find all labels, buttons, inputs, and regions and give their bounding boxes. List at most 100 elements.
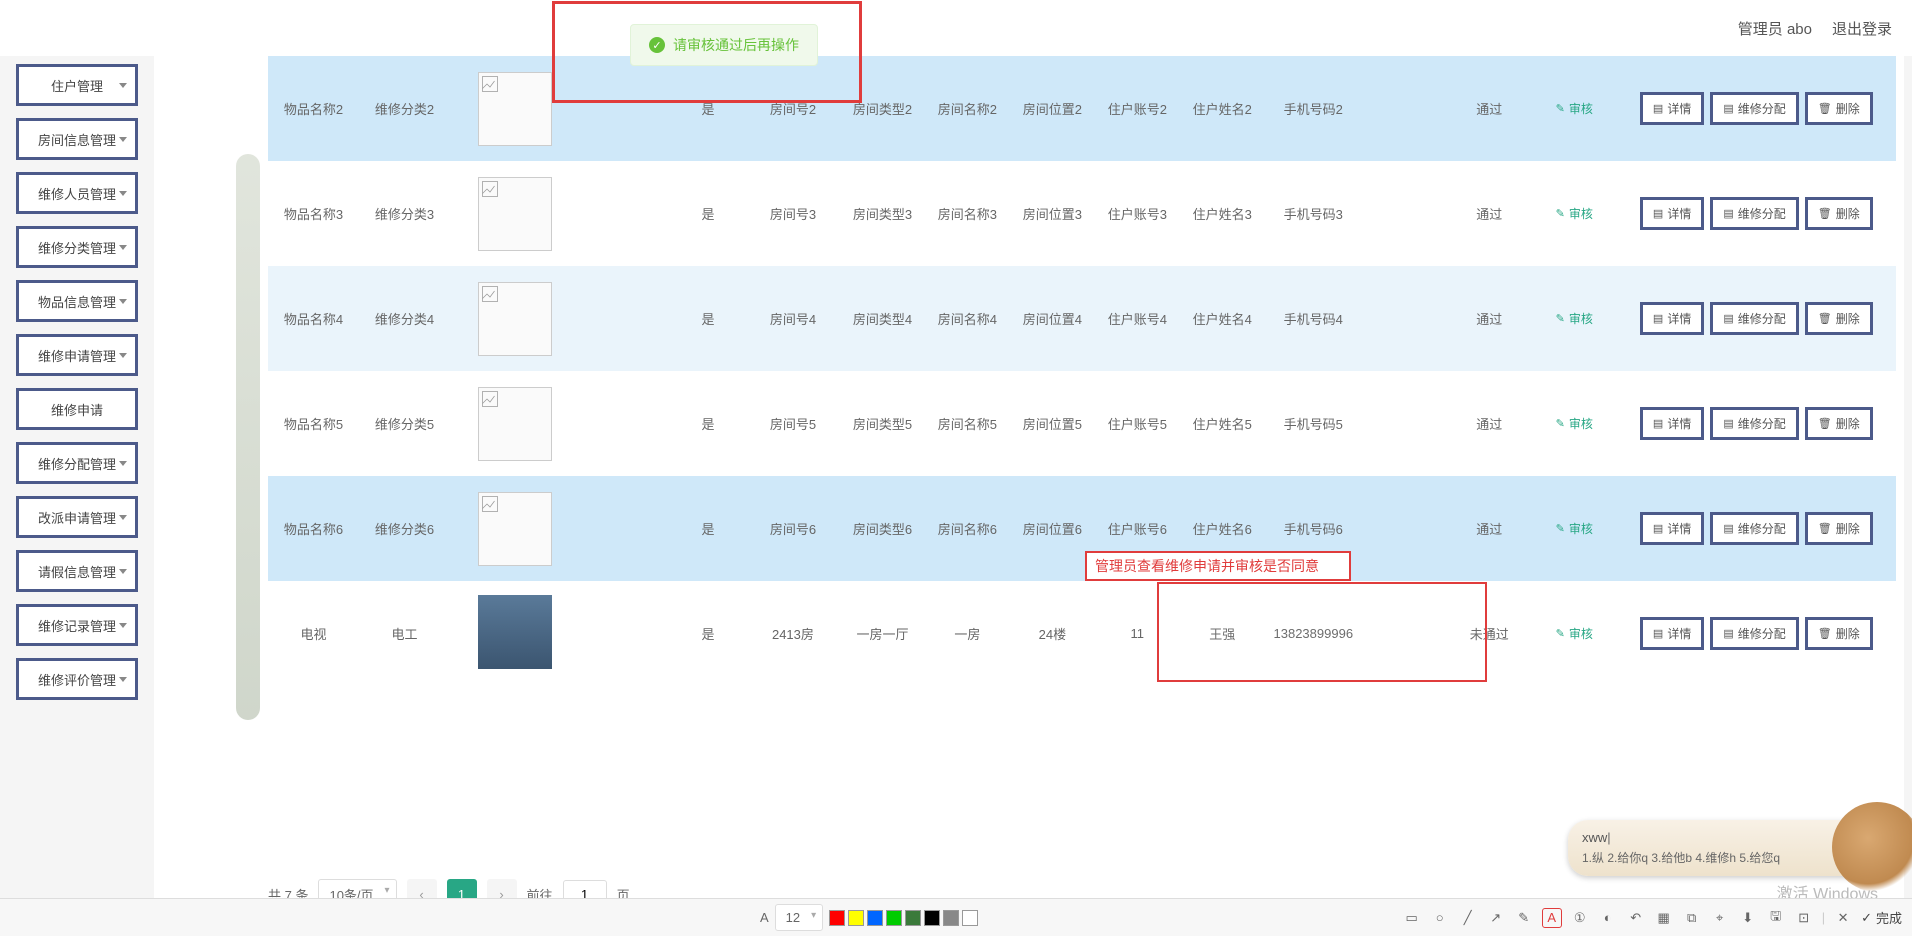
cell-category: 维修分类5 [359, 371, 450, 476]
sidebar-item-4[interactable]: 物品信息管理 [16, 280, 138, 322]
cell-room: 房间号4 [746, 266, 840, 371]
trash-icon: 🗑 [1818, 522, 1832, 535]
cell-yes: 是 [670, 161, 746, 266]
sidebar-item-0[interactable]: 住户管理 [16, 64, 138, 106]
detail-button[interactable]: ▤详情 [1640, 302, 1704, 335]
pin-icon[interactable]: ⊡ [1794, 908, 1814, 928]
font-size-select[interactable]: 12 [775, 904, 823, 931]
sidebar-item-6[interactable]: 维修申请 [16, 388, 138, 430]
review-link[interactable]: 审核 [1556, 310, 1593, 327]
cell-name: 物品名称4 [268, 266, 359, 371]
color-swatch[interactable] [962, 910, 978, 926]
sidebar-item-9[interactable]: 请假信息管理 [16, 550, 138, 592]
assign-button[interactable]: ▤维修分配 [1710, 407, 1798, 440]
assign-button[interactable]: ▤维修分配 [1710, 302, 1798, 335]
detail-button[interactable]: ▤详情 [1640, 407, 1704, 440]
delete-button[interactable]: 🗑删除 [1805, 92, 1873, 125]
line-tool-icon[interactable]: ╱ [1458, 908, 1478, 928]
review-link[interactable]: 审核 [1556, 205, 1593, 222]
assign-button[interactable]: ▤维修分配 [1710, 617, 1798, 650]
rect-tool-icon[interactable]: ▭ [1402, 908, 1422, 928]
cell-name: 物品名称5 [268, 371, 359, 476]
assign-button[interactable]: ▤维修分配 [1710, 512, 1798, 545]
color-swatch[interactable] [848, 910, 864, 926]
circle-tool-icon[interactable]: ○ [1430, 908, 1450, 928]
cell-review: 审核 [1532, 476, 1617, 581]
delete-button[interactable]: 🗑删除 [1805, 512, 1873, 545]
table-row[interactable]: 物品名称6维修分类6是房间号6房间类型6房间名称6房间位置6住户账号6住户姓名6… [268, 476, 1896, 581]
document-icon: ▤ [1653, 627, 1663, 640]
color-swatch[interactable] [943, 910, 959, 926]
cell-acct: 住户账号5 [1095, 371, 1180, 476]
delete-button[interactable]: 🗑删除 [1805, 617, 1873, 650]
sidebar-item-10[interactable]: 维修记录管理 [16, 604, 138, 646]
detail-button[interactable]: ▤详情 [1640, 92, 1704, 125]
cell-actions: ▤详情▤维修分配🗑删除 [1617, 581, 1896, 686]
sidebar-item-5[interactable]: 维修申请管理 [16, 334, 138, 376]
table-row[interactable]: 物品名称5维修分类5是房间号5房间类型5房间名称5房间位置5住户账号5住户姓名5… [268, 371, 1896, 476]
trash-icon: 🗑 [1818, 102, 1832, 115]
delete-button[interactable]: 🗑删除 [1805, 407, 1873, 440]
color-swatch[interactable] [867, 910, 883, 926]
crop-icon[interactable]: ⧉ [1682, 908, 1702, 928]
detail-button[interactable]: ▤详情 [1640, 197, 1704, 230]
text-tool-icon[interactable]: A [1542, 908, 1562, 928]
detail-button[interactable]: ▤详情 [1640, 512, 1704, 545]
undo-icon[interactable]: ↶ [1626, 908, 1646, 928]
review-link[interactable]: 审核 [1556, 625, 1593, 642]
cell-yes: 是 [670, 476, 746, 581]
admin-label[interactable]: 管理员 abo [1738, 18, 1812, 39]
color-swatches [829, 910, 978, 926]
annotation-toolbar: ▭ ○ ╱ ↗ ✎ A ① ◐ ↶ ▦ ⧉ ⌖ ⬇ 🖫 ⊡ | ✕ ✓ 完成 A… [0, 898, 1912, 936]
document-icon: ▤ [1723, 312, 1733, 325]
mosaic-icon[interactable]: ▦ [1654, 908, 1674, 928]
review-link[interactable]: 审核 [1556, 520, 1593, 537]
eyedropper-icon[interactable]: ⌖ [1710, 908, 1730, 928]
review-link[interactable]: 审核 [1556, 415, 1593, 432]
cell-type: 房间类型5 [840, 371, 925, 476]
cell-type: 房间类型4 [840, 266, 925, 371]
table-row[interactable]: 电视电工是2413房一房一厅一房24楼11王强13823899996未通过审核▤… [268, 581, 1896, 686]
save-icon[interactable]: 🖫 [1766, 908, 1786, 928]
detail-button[interactable]: ▤详情 [1640, 617, 1704, 650]
item-thumbnail [478, 595, 552, 669]
highlight-tool-icon[interactable]: ◐ [1598, 908, 1618, 928]
table-container[interactable]: 物品名称2维修分类2是房间号2房间类型2房间名称2房间位置2住户账号2住户姓名2… [268, 56, 1896, 866]
cell-room: 房间号6 [746, 476, 840, 581]
document-icon: ▤ [1723, 522, 1733, 535]
table-row[interactable]: 物品名称4维修分类4是房间号4房间类型4房间名称4房间位置4住户账号4住户姓名4… [268, 266, 1896, 371]
background-decoration [236, 154, 260, 720]
number-tool-icon[interactable]: ① [1570, 908, 1590, 928]
color-swatch[interactable] [924, 910, 940, 926]
sidebar-item-1[interactable]: 房间信息管理 [16, 118, 138, 160]
delete-button[interactable]: 🗑删除 [1805, 197, 1873, 230]
close-icon[interactable]: ✕ [1833, 908, 1853, 928]
sidebar-item-8[interactable]: 改派申请管理 [16, 496, 138, 538]
sidebar-item-2[interactable]: 维修人员管理 [16, 172, 138, 214]
cell-actions: ▤详情▤维修分配🗑删除 [1617, 161, 1896, 266]
pen-tool-icon[interactable]: ✎ [1514, 908, 1534, 928]
download-icon[interactable]: ⬇ [1738, 908, 1758, 928]
color-swatch[interactable] [886, 910, 902, 926]
sidebar-item-11[interactable]: 维修评价管理 [16, 658, 138, 700]
delete-button[interactable]: 🗑删除 [1805, 302, 1873, 335]
sidebar-item-3[interactable]: 维修分类管理 [16, 226, 138, 268]
arrow-tool-icon[interactable]: ↗ [1486, 908, 1506, 928]
assign-button[interactable]: ▤维修分配 [1710, 197, 1798, 230]
table-row[interactable]: 物品名称3维修分类3是房间号3房间类型3房间名称3房间位置3住户账号3住户姓名3… [268, 161, 1896, 266]
logout-link[interactable]: 退出登录 [1832, 18, 1892, 39]
sidebar-item-7[interactable]: 维修分配管理 [16, 442, 138, 484]
table-row[interactable]: 物品名称2维修分类2是房间号2房间类型2房间名称2房间位置2住户账号2住户姓名2… [268, 56, 1896, 161]
assign-button[interactable]: ▤维修分配 [1710, 92, 1798, 125]
review-link[interactable]: 审核 [1556, 100, 1593, 117]
cell-status: 通过 [1447, 266, 1532, 371]
sidebar: 住户管理房间信息管理维修人员管理维修分类管理物品信息管理维修申请管理维修申请维修… [16, 64, 138, 712]
color-swatch[interactable] [905, 910, 921, 926]
cell-rname: 房间名称3 [925, 161, 1010, 266]
cell-review: 审核 [1532, 56, 1617, 161]
cell-category: 维修分类6 [359, 476, 450, 581]
cell-actions: ▤详情▤维修分配🗑删除 [1617, 476, 1896, 581]
color-swatch[interactable] [829, 910, 845, 926]
done-button[interactable]: ✓ 完成 [1861, 908, 1902, 927]
cell-status: 通过 [1447, 371, 1532, 476]
